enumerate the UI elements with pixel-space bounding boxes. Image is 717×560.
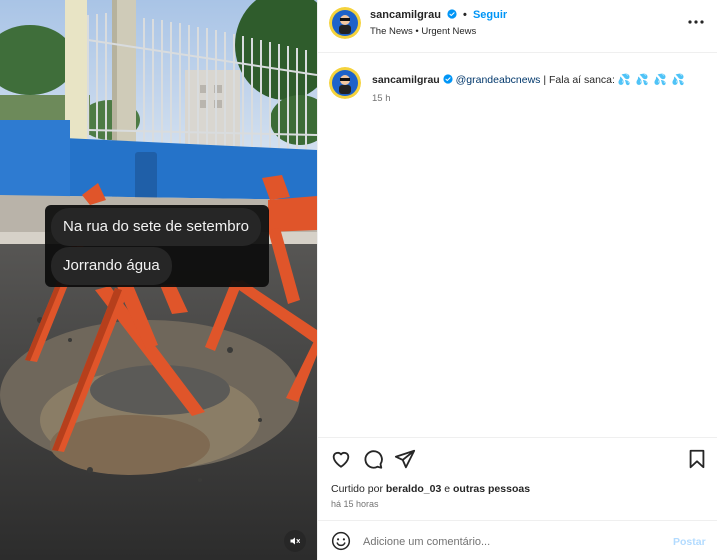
- likes-prefix: Curtido por: [331, 483, 386, 495]
- divider: [318, 520, 717, 521]
- caption-body: | Fala aí sanca:: [540, 74, 618, 86]
- audio-attribution-link[interactable]: The News • Urgent News: [370, 26, 476, 37]
- verified-badge-icon: [447, 9, 457, 22]
- like-button[interactable]: [329, 447, 353, 471]
- comment-icon: [364, 450, 383, 469]
- separator-dot: •: [463, 9, 467, 21]
- likes-summary: Curtido por beraldo_03 e outras pessoas: [331, 483, 530, 495]
- emoji-button[interactable]: [331, 531, 351, 551]
- mute-button[interactable]: [284, 530, 306, 552]
- other-likers-link[interactable]: outras pessoas: [453, 483, 530, 495]
- share-button[interactable]: [393, 447, 417, 471]
- caption-timestamp[interactable]: 15 h: [372, 93, 391, 104]
- divider: [318, 437, 717, 438]
- more-options-button[interactable]: [686, 14, 706, 30]
- avatar[interactable]: [329, 67, 361, 99]
- speaker-muted-icon: [290, 537, 300, 545]
- mention-link[interactable]: @grandeabcnews: [456, 74, 541, 86]
- save-button[interactable]: [685, 447, 709, 471]
- share-icon: [394, 449, 416, 469]
- caption-text: sancamilgrau @grandeabcnews | Fala aí sa…: [372, 73, 702, 88]
- comment-input[interactable]: [363, 532, 653, 552]
- post-media[interactable]: Na rua do sete de setembro Jorrando água: [0, 0, 317, 560]
- caption-section: sancamilgrau @grandeabcnews | Fala aí sa…: [318, 53, 717, 438]
- comment-button[interactable]: [361, 447, 385, 471]
- save-icon: [689, 449, 705, 469]
- chat-message: Na rua do sete de setembro: [51, 208, 261, 246]
- sweat-droplets-emoji: 💦 💦 💦 💦: [617, 74, 686, 86]
- liker-username[interactable]: beraldo_03: [386, 483, 441, 495]
- likes-conj: e: [441, 483, 453, 495]
- verified-badge-icon: [443, 74, 453, 88]
- caption-username[interactable]: sancamilgrau: [372, 74, 440, 86]
- avatar[interactable]: [329, 7, 361, 39]
- username-link[interactable]: sancamilgrau: [370, 9, 441, 21]
- chat-message: Jorrando água: [51, 247, 172, 285]
- more-options-icon: [688, 20, 704, 24]
- post-header: sancamilgrau • Seguir The News • Urgent …: [318, 0, 717, 53]
- smiley-icon: [331, 531, 351, 551]
- follow-button[interactable]: Seguir: [473, 9, 507, 21]
- post-comment-button[interactable]: Postar: [673, 536, 706, 548]
- chat-overlay: Na rua do sete de setembro Jorrando água: [45, 205, 269, 287]
- post-timestamp[interactable]: há 15 horas: [331, 499, 379, 509]
- post-header-title: sancamilgrau • Seguir: [370, 9, 507, 22]
- heart-icon: [332, 451, 350, 468]
- post-details-panel: sancamilgrau • Seguir The News • Urgent …: [317, 0, 717, 560]
